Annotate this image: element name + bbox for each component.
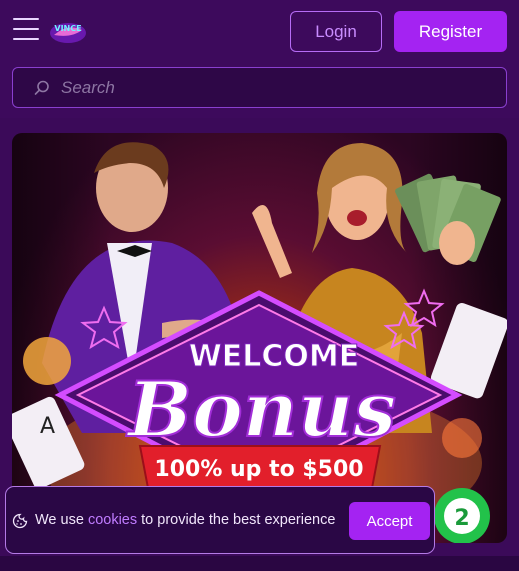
cookies-link[interactable]: cookies (88, 512, 137, 528)
top-header: VINCE Login Register Search (0, 0, 519, 118)
coin-icon (23, 337, 71, 385)
login-button[interactable]: Login (290, 11, 382, 52)
welcome-bonus-banner[interactable]: A WELCOME Bonus 100% up to $500 2 (12, 133, 507, 543)
cookie-icon (12, 513, 28, 529)
svg-text:2: 2 (454, 506, 469, 531)
search-input[interactable]: Search (12, 67, 507, 108)
casino-chip-icon: 2 (434, 488, 490, 543)
cookie-consent-banner: We use cookies to provide the best exper… (5, 486, 435, 554)
search-icon (34, 80, 49, 95)
brand-logo[interactable]: VINCE (48, 18, 88, 46)
bonus-offer-text: 100% up to $500 (154, 457, 363, 482)
menu-icon[interactable] (13, 18, 39, 44)
content-strip (0, 556, 519, 571)
cookie-message: We use cookies to provide the best exper… (35, 512, 336, 528)
cash-illustration (395, 173, 501, 265)
register-button[interactable]: Register (394, 11, 507, 52)
accept-cookies-button[interactable]: Accept (349, 502, 430, 540)
search-placeholder: Search (61, 77, 115, 97)
svg-text:A: A (40, 414, 55, 439)
svg-text:VINCE: VINCE (54, 24, 81, 33)
bonus-heading: Bonus (126, 365, 396, 454)
